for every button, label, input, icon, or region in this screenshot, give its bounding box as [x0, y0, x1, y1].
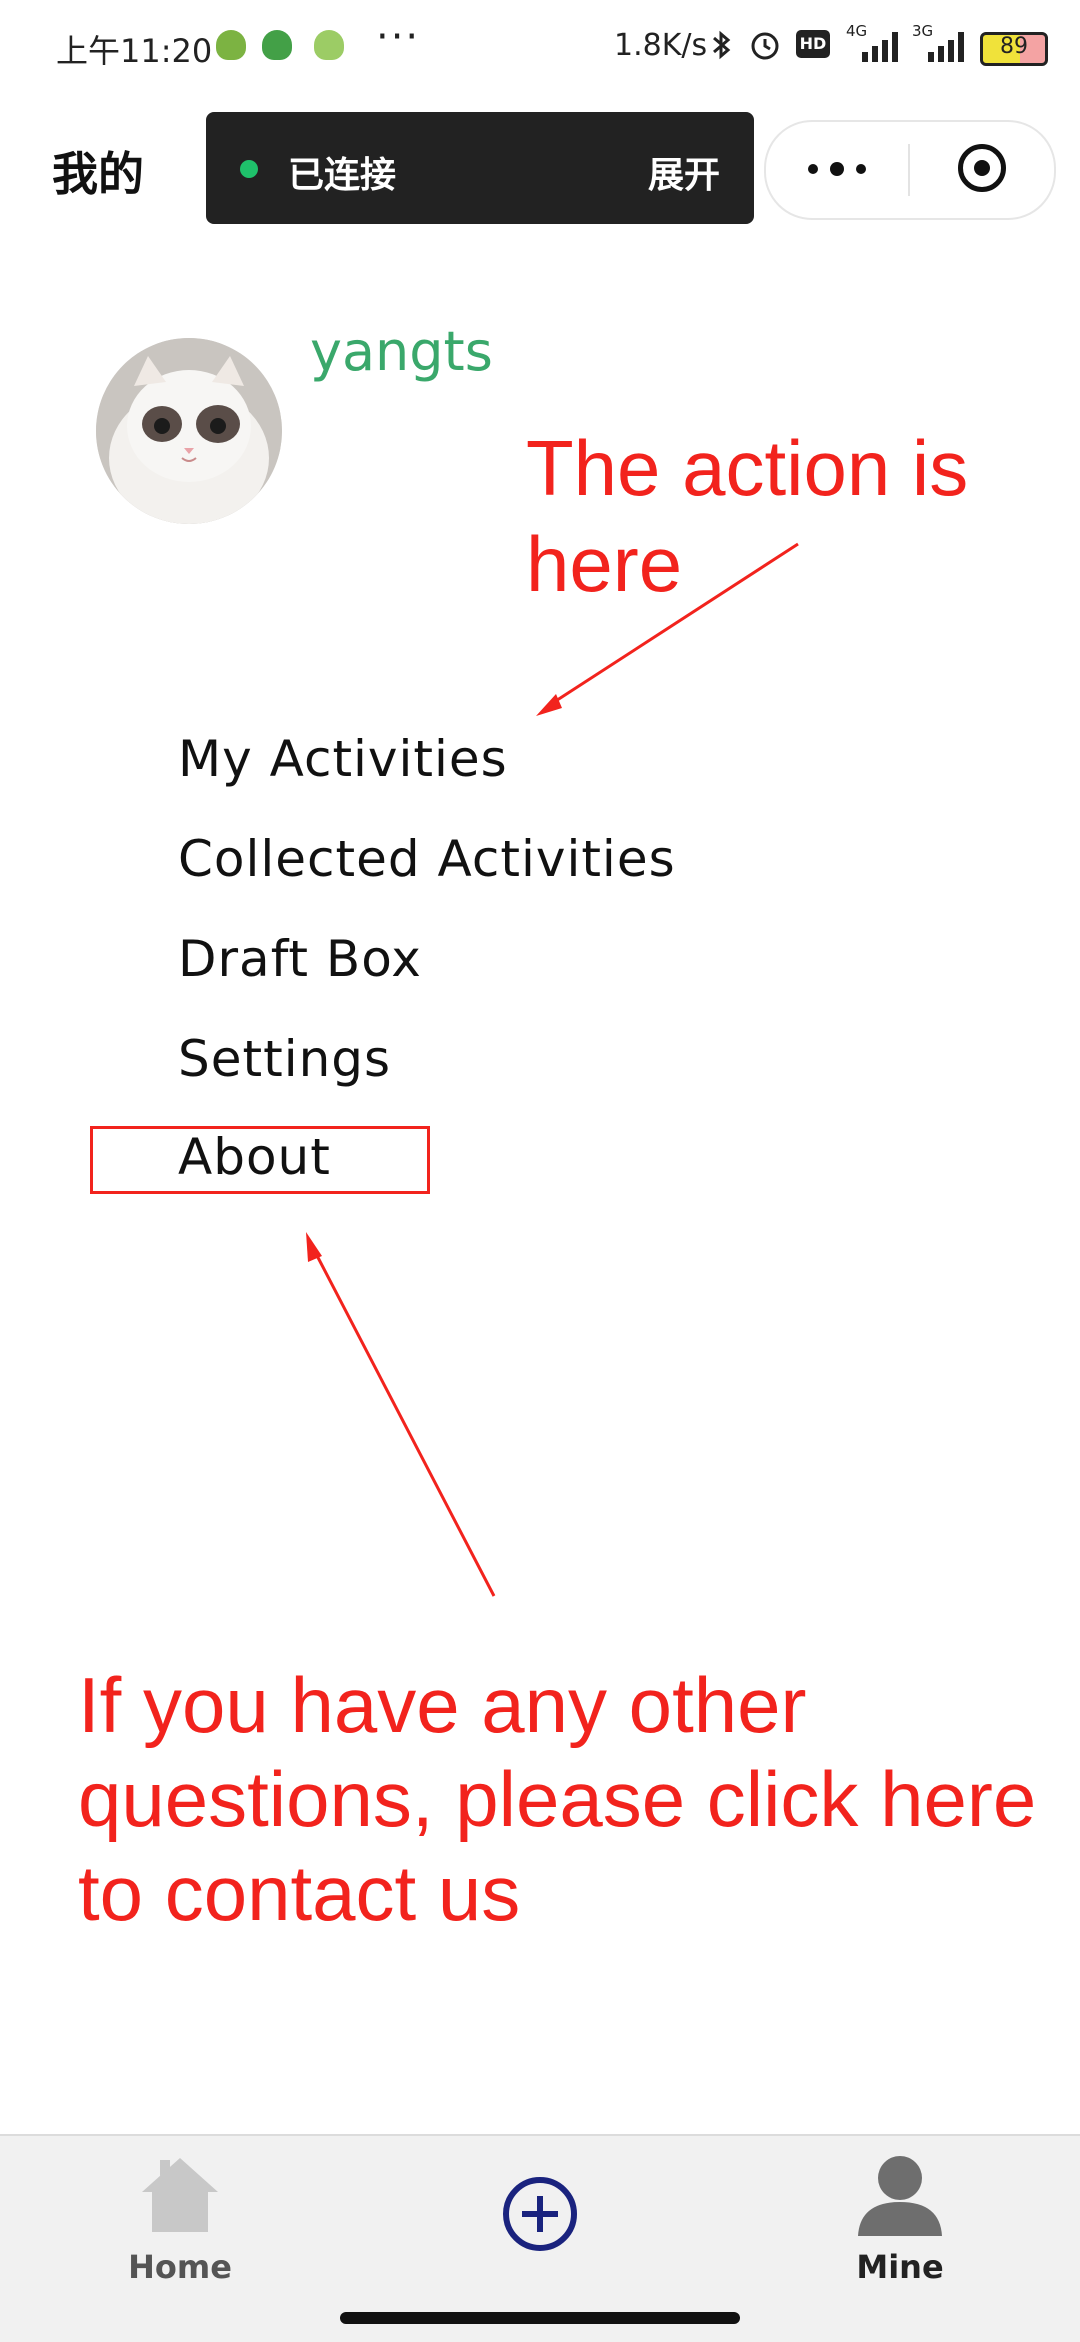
add-circle-icon[interactable] — [500, 2174, 580, 2254]
arrow-head — [536, 694, 562, 716]
annotation-arrows — [306, 542, 799, 1597]
tab-mine-label: Mine — [856, 2248, 944, 2286]
gesture-home-bar[interactable] — [340, 2312, 740, 2324]
tab-mine[interactable]: Mine — [830, 2152, 970, 2302]
arrow-line — [310, 1245, 496, 1597]
home-icon — [142, 2158, 218, 2232]
tab-bar: Home Mine — [0, 2134, 1080, 2342]
annotation-bottom-note: If you have any other questions, please … — [78, 1661, 1037, 1937]
user-icon — [858, 2156, 942, 2236]
tab-home[interactable]: Home — [110, 2152, 250, 2302]
arrow-line — [547, 542, 799, 708]
tab-home-label: Home — [128, 2248, 232, 2286]
